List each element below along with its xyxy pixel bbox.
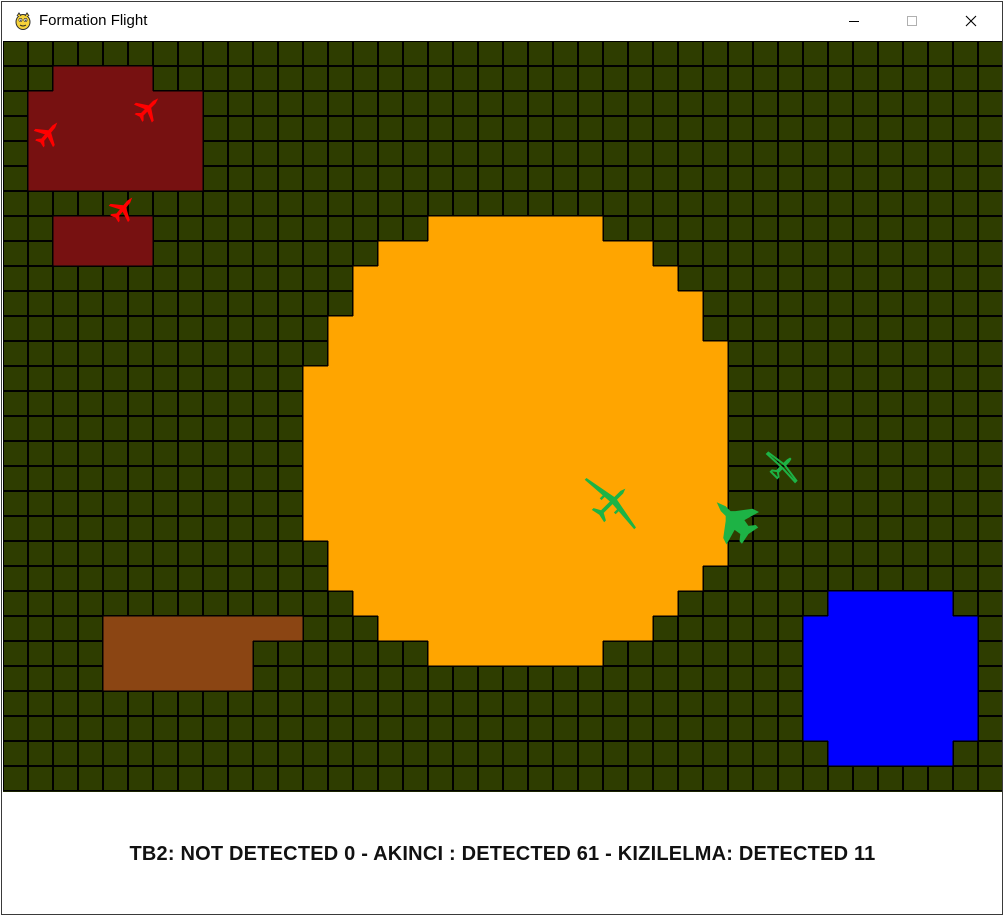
python-snake-icon — [15, 12, 31, 30]
title-bar[interactable]: Formation Flight — [2, 2, 1002, 40]
game-grid-canvas[interactable] — [3, 41, 1002, 791]
game-board[interactable] — [3, 41, 1002, 791]
orange-lake-zone — [303, 216, 728, 666]
window-title: Formation Flight — [39, 12, 148, 29]
close-icon — [965, 15, 977, 27]
detection-status-text: TB2: NOT DETECTED 0 - AKINCI : DETECTED … — [129, 843, 876, 865]
minimize-icon — [849, 21, 859, 22]
status-bar: TB2: NOT DETECTED 0 - AKINCI : DETECTED … — [3, 791, 1002, 915]
maximize-icon — [907, 16, 917, 26]
maximize-button[interactable] — [883, 2, 941, 40]
game-window: Formation Flight TB2: NOT DETECTED 0 - A… — [1, 1, 1003, 915]
minimize-button[interactable] — [825, 2, 883, 40]
close-button[interactable] — [942, 2, 1000, 40]
blue-base-zone — [803, 591, 978, 766]
